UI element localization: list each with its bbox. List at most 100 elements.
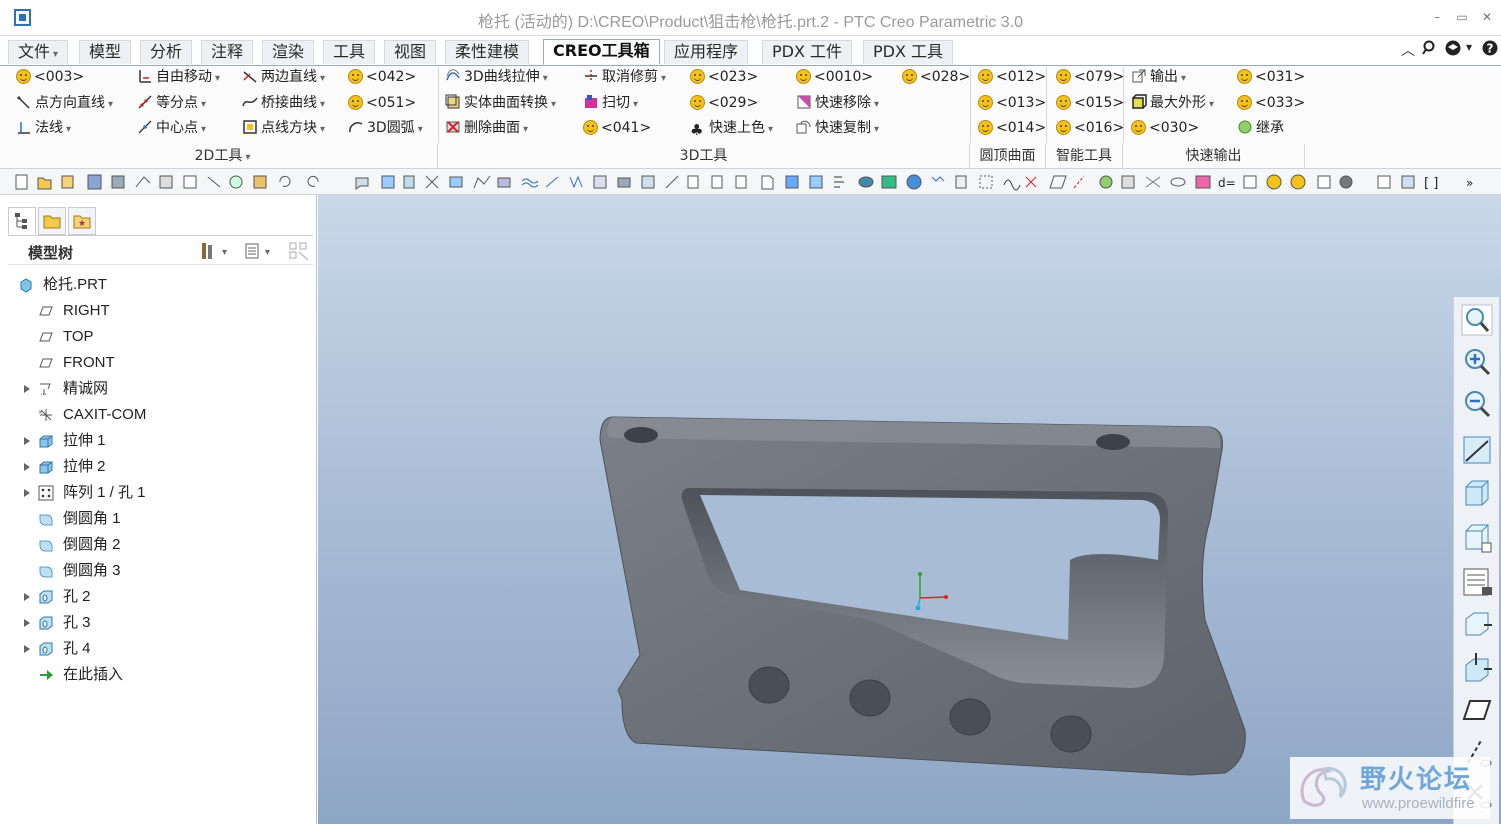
- point-direction-line-button[interactable]: 点方向直线 ▾: [16, 92, 113, 114]
- free-move-button[interactable]: 自由移动 ▾: [137, 66, 220, 88]
- expand-arrow-icon[interactable]: [24, 645, 30, 653]
- point-line-block-button[interactable]: 点线方块 ▾: [242, 117, 325, 139]
- tree-item-csys[interactable]: × CAXIT-COM: [0, 402, 310, 428]
- tab-annotate[interactable]: 注释: [201, 40, 254, 64]
- tree-show-icon[interactable]: ▾: [243, 241, 273, 265]
- group-2d-tools[interactable]: 2D工具 ▾: [8, 144, 438, 168]
- tab-pdx-tools[interactable]: PDX 工具: [863, 40, 954, 64]
- community-icon[interactable]: [1444, 39, 1462, 61]
- quick-remove-button[interactable]: 快速移除 ▾: [796, 92, 879, 114]
- tree-item-top[interactable]: TOP: [0, 324, 310, 350]
- tree-item-round-2[interactable]: 倒圆角 2: [0, 532, 310, 558]
- btn-028[interactable]: <028>: [902, 66, 970, 88]
- spin-center-icon[interactable]: [1458, 649, 1496, 687]
- sweep-cut-button[interactable]: 扫切 ▾: [583, 92, 638, 114]
- inherit-button[interactable]: 继承: [1237, 117, 1284, 139]
- zoom-in-icon[interactable]: [1458, 343, 1496, 381]
- tree-item-extrude-1[interactable]: 拉伸 1: [0, 428, 310, 454]
- close-button[interactable]: ✕: [1480, 10, 1494, 24]
- tree-item-extrude-2[interactable]: 拉伸 2: [0, 454, 310, 480]
- btn-003[interactable]: <003>: [16, 66, 84, 88]
- gun-stock-model[interactable]: [318, 195, 1501, 824]
- expand-arrow-icon[interactable]: [24, 463, 30, 471]
- btn-013[interactable]: <013>: [978, 92, 1046, 114]
- btn-023[interactable]: <023>: [690, 66, 758, 88]
- bridge-curve-button[interactable]: 桥接曲线 ▾: [242, 92, 325, 114]
- btn-015[interactable]: <015>: [1056, 92, 1124, 114]
- tree-item-hole-4[interactable]: 孔 4: [0, 636, 310, 662]
- display-style-icon[interactable]: [1458, 475, 1496, 513]
- tab-model[interactable]: 模型: [79, 40, 132, 64]
- tab-view[interactable]: 视图: [384, 40, 437, 64]
- tree-item-round-3[interactable]: 倒圆角 3: [0, 558, 310, 584]
- minimize-button[interactable]: –: [1430, 10, 1444, 24]
- toolbar-icons[interactable]: d= [ ] »: [14, 173, 1484, 191]
- two-side-line-button[interactable]: 两边直线 ▾: [242, 66, 325, 88]
- tab-model-tree[interactable]: [8, 207, 36, 235]
- tree-filter-icon[interactable]: [288, 241, 310, 265]
- maximize-button[interactable]: ▭: [1455, 10, 1469, 24]
- tree-item-sketch[interactable]: 精诚网: [0, 376, 310, 402]
- max-outline-button[interactable]: 最大外形 ▾: [1131, 92, 1214, 114]
- expand-arrow-icon[interactable]: [24, 593, 30, 601]
- zoom-out-icon[interactable]: [1458, 385, 1496, 423]
- btn-016[interactable]: <016>: [1056, 117, 1124, 139]
- graphics-window[interactable]: [318, 195, 1501, 824]
- tab-file[interactable]: 文件 ▾: [8, 40, 69, 64]
- expand-arrow-icon[interactable]: [24, 385, 30, 393]
- tree-item-pattern-1[interactable]: 阵列 1 / 孔 1: [0, 480, 310, 506]
- equal-points-button[interactable]: 等分点 ▾: [137, 92, 206, 114]
- export-button[interactable]: 输出 ▾: [1131, 66, 1186, 88]
- expand-arrow-icon[interactable]: [24, 489, 30, 497]
- btn-029[interactable]: <029>: [690, 92, 758, 114]
- tree-item-front[interactable]: FRONT: [0, 350, 310, 376]
- btn-030[interactable]: <030>: [1131, 117, 1199, 139]
- view-manager-icon[interactable]: [1458, 563, 1496, 601]
- refit-icon[interactable]: [1458, 301, 1496, 339]
- tree-item-hole-3[interactable]: 孔 3: [0, 610, 310, 636]
- plane-display-icon[interactable]: [1458, 691, 1496, 729]
- tree-item-right[interactable]: RIGHT: [0, 298, 310, 324]
- tab-analysis[interactable]: 分析: [140, 40, 193, 64]
- quick-copy-button[interactable]: 快速复制 ▾: [796, 117, 879, 139]
- tab-folder-browser[interactable]: [38, 207, 66, 235]
- tree-item-hole-2[interactable]: 孔 2: [0, 584, 310, 610]
- tab-flexible-modeling[interactable]: 柔性建模: [445, 40, 530, 64]
- tab-applications[interactable]: 应用程序: [664, 40, 749, 64]
- search-icon[interactable]: [1422, 40, 1438, 60]
- cancel-trim-button[interactable]: 取消修剪 ▾: [583, 66, 666, 88]
- btn-0010[interactable]: <0010>: [796, 66, 873, 88]
- btn-031[interactable]: <031>: [1237, 66, 1305, 88]
- dropdown-icon[interactable]: ▾: [1466, 40, 1472, 54]
- expand-arrow-icon[interactable]: [24, 619, 30, 627]
- btn-051[interactable]: <051>: [348, 92, 416, 114]
- tab-favorites[interactable]: ★: [68, 207, 96, 235]
- delete-surface-button[interactable]: 删除曲面 ▾: [445, 117, 528, 139]
- expand-arrow-icon[interactable]: [24, 437, 30, 445]
- perspective-view-icon[interactable]: [1458, 605, 1496, 643]
- tree-item-part[interactable]: 枪托.PRT: [0, 272, 310, 298]
- saved-orientations-icon[interactable]: [1458, 519, 1496, 557]
- btn-033[interactable]: <033>: [1237, 92, 1305, 114]
- center-point-button[interactable]: 中心点 ▾: [137, 117, 206, 139]
- tab-creo-toolbox[interactable]: CREO工具箱: [543, 39, 660, 65]
- tree-item-round-1[interactable]: 倒圆角 1: [0, 506, 310, 532]
- btn-079[interactable]: <079>: [1056, 66, 1124, 88]
- repaint-icon[interactable]: [1458, 431, 1496, 469]
- tree-settings-icon[interactable]: ▾: [200, 241, 230, 265]
- btn-041[interactable]: <041>: [583, 117, 651, 139]
- tab-render[interactable]: 渲染: [262, 40, 315, 64]
- quick-color-button[interactable]: ♣ 快速上色 ▾: [690, 117, 773, 139]
- btn-042[interactable]: <042>: [348, 66, 416, 88]
- btn-012[interactable]: <012>: [978, 66, 1046, 88]
- 3d-arc-button[interactable]: 3D圆弧 ▾: [348, 117, 423, 139]
- tree-item-insert-here[interactable]: 在此插入: [0, 662, 310, 688]
- normal-button[interactable]: 法线 ▾: [16, 117, 71, 139]
- tab-pdx-workpiece[interactable]: PDX 工件: [762, 40, 853, 64]
- tab-tools[interactable]: 工具: [323, 40, 376, 64]
- help-icon[interactable]: ?: [1481, 39, 1499, 61]
- 3d-curve-extrude-button[interactable]: 3D曲线拉伸 ▾: [445, 66, 548, 88]
- solid-surface-convert-button[interactable]: 实体曲面转换 ▾: [445, 92, 556, 114]
- minimize-ribbon-icon[interactable]: ︿: [1401, 40, 1415, 60]
- btn-014[interactable]: <014>: [978, 117, 1046, 139]
